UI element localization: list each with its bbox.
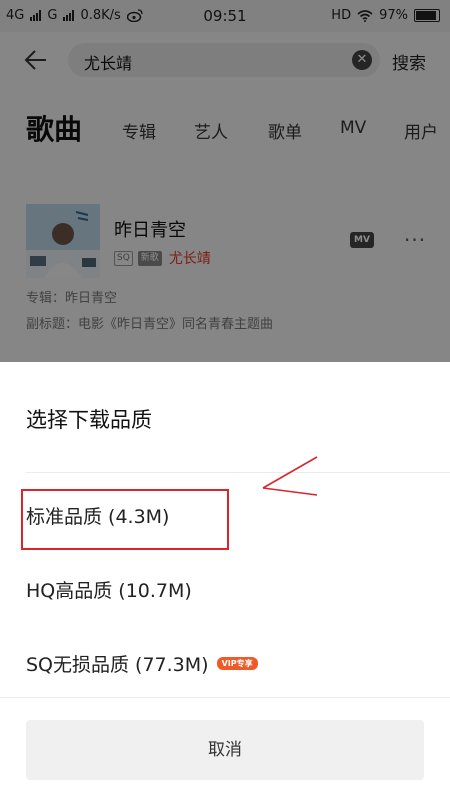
annotation-arrow-icon [262, 456, 318, 496]
quality-option-label: HQ高品质 (10.7M) [26, 580, 192, 602]
divider [26, 472, 450, 473]
quality-option-label: SQ无损品质 (77.3M) [26, 654, 209, 676]
divider [0, 697, 450, 698]
cancel-button[interactable]: 取消 [26, 720, 424, 780]
vip-badge: VIP专享 [216, 657, 258, 670]
quality-option-hq[interactable]: HQ高品质 (10.7M) [26, 576, 192, 603]
download-quality-sheet: 选择下载品质 标准品质 (4.3M) HQ高品质 (10.7M) SQ无损品质 … [0, 362, 450, 800]
quality-option-sq[interactable]: SQ无损品质 (77.3M) VIP专享 [26, 650, 258, 677]
sheet-title: 选择下载品质 [26, 408, 152, 432]
annotation-highlight-box [21, 489, 229, 550]
